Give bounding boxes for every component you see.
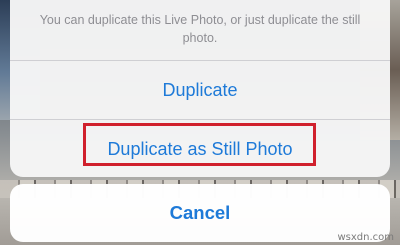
highlight-box (83, 123, 316, 166)
duplicate-button[interactable]: Duplicate (10, 60, 390, 119)
duplicate-button-label: Duplicate (162, 79, 238, 100)
cancel-button-label: Cancel (169, 202, 231, 223)
watermark: wsxdn.com (337, 232, 394, 243)
action-sheet-message: You can duplicate this Live Photo, or ju… (39, 13, 361, 45)
cancel-button[interactable]: Cancel (10, 184, 390, 242)
